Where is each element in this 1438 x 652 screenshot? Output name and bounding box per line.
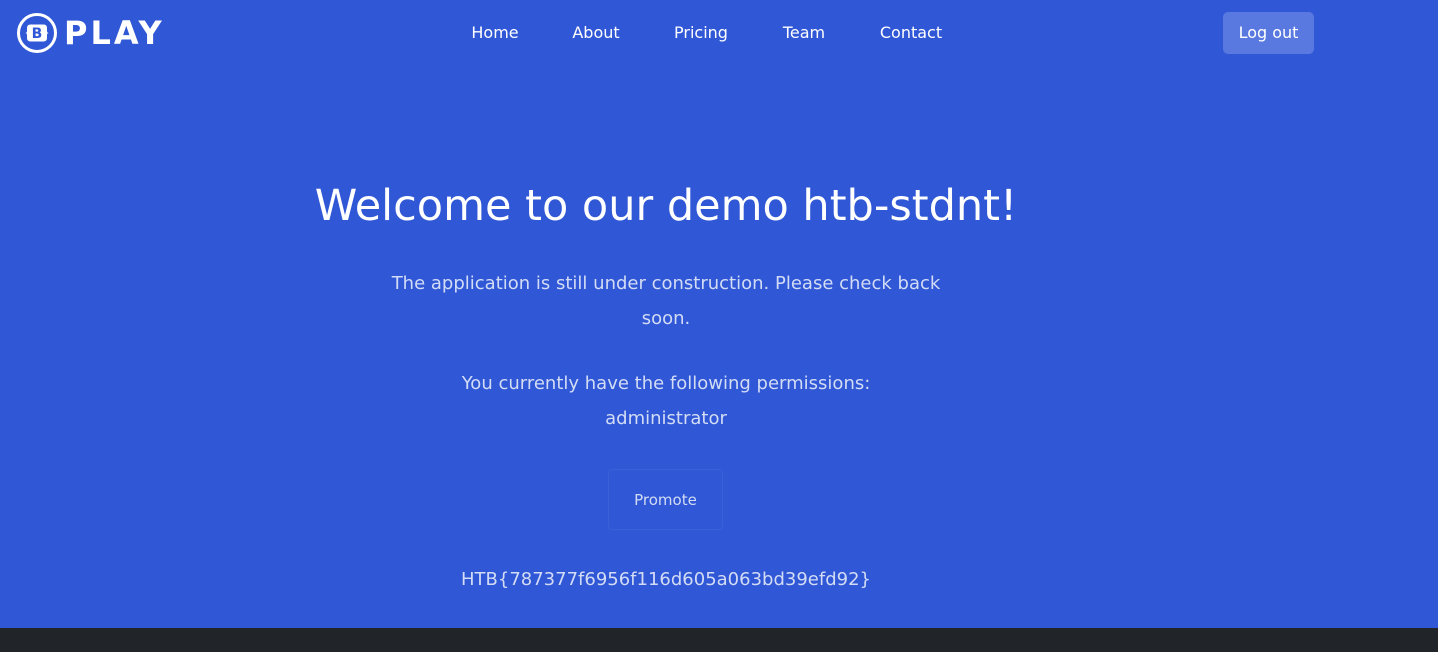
footer xyxy=(0,628,1438,652)
promote-button[interactable]: Promote xyxy=(608,469,723,530)
permissions-label: You currently have the following permiss… xyxy=(461,373,871,394)
page-title: Welcome to our demo htb-stdnt! xyxy=(314,181,1018,231)
nav-link-contact[interactable]: Contact xyxy=(880,22,942,44)
logout-button[interactable]: Log out xyxy=(1223,12,1314,54)
construction-notice: The application is still under construct… xyxy=(391,273,941,329)
nav-link-home[interactable]: Home xyxy=(471,22,518,44)
nav-link-about[interactable]: About xyxy=(572,22,619,44)
permission-value: administrator xyxy=(605,408,727,429)
nav-link-team[interactable]: Team xyxy=(783,22,825,44)
nav-link-pricing[interactable]: Pricing xyxy=(674,22,728,44)
flag-text: HTB{787377f6956f116d605a063bd39efd92} xyxy=(460,569,871,590)
permissions-info: You currently have the following permiss… xyxy=(366,366,966,436)
